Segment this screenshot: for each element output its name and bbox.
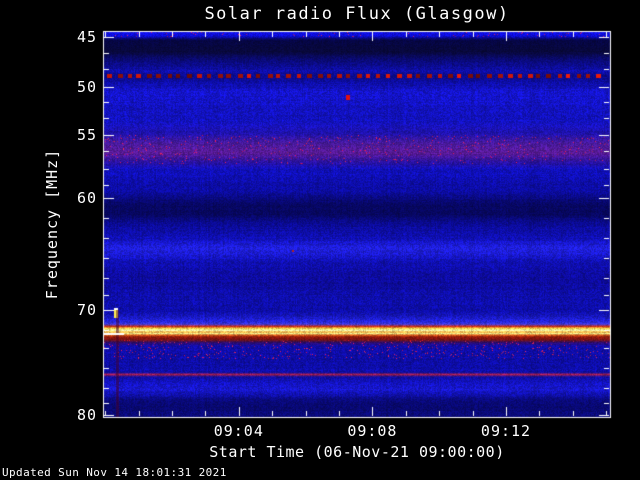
y-tick-label: 70 <box>76 301 97 319</box>
x-axis-label: Start Time (06-Nov-21 09:00:00) <box>209 443 505 461</box>
chart-title: Solar radio Flux (Glasgow) <box>204 4 510 24</box>
y-tick-label: 80 <box>76 406 97 424</box>
y-axis-label: Frequency [MHz] <box>43 148 61 300</box>
spectrogram-page: Solar radio Flux (Glasgow) Frequency [MH… <box>0 0 640 480</box>
x-tick-label: 09:08 <box>347 422 398 440</box>
y-tick-label: 50 <box>76 78 97 96</box>
x-tick-label: 09:04 <box>213 422 264 440</box>
y-tick-label: 60 <box>76 189 97 207</box>
updated-timestamp: Updated Sun Nov 14 18:01:31 2021 <box>2 466 227 479</box>
y-tick-label: 45 <box>76 28 97 46</box>
y-tick-label: 55 <box>76 126 97 144</box>
x-tick-label: 09:12 <box>480 422 532 440</box>
